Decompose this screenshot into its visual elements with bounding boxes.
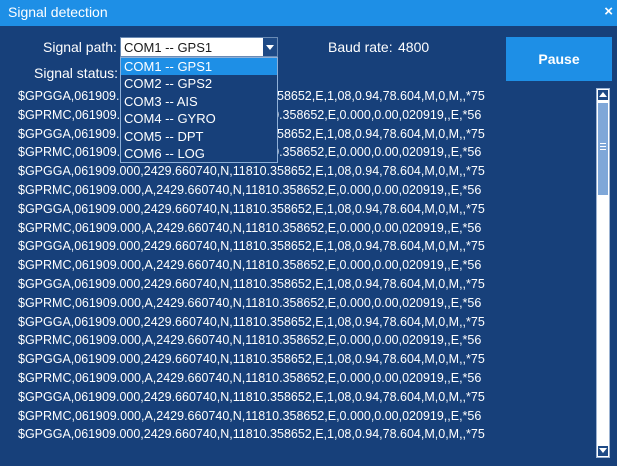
log-line: $GPGGA,061909.000,2429.660740,N,11810.35… <box>18 427 485 442</box>
log-line: $GPGGA,061909.000,2429.660740,N,11810.35… <box>18 239 485 254</box>
baud-rate-value: 4800 <box>398 39 430 55</box>
close-icon[interactable]: × <box>604 3 613 21</box>
log-line: $GPGGA,061909.000,2429.660740,N,11810.35… <box>16 87 612 106</box>
signal-path-value: COM1 -- GPS1 <box>124 40 213 55</box>
scroll-grip-icon <box>600 143 606 144</box>
signal-detection-window: Signal detection × Signal path: COM1 -- … <box>0 0 617 466</box>
log-line: $GPGGA,061909.000,2429.660740,N,11810.35… <box>18 276 485 291</box>
dropdown-option[interactable]: COM5 -- DPT <box>121 128 277 145</box>
dropdown-list: COM1 -- GPS1 COM2 -- GPS2 COM3 -- AIS COM4 … <box>121 58 277 162</box>
log-line: $GPGGA,061909.000,2429.660740,N,11810.35… <box>18 164 485 179</box>
log-line: $GPRMC,061909.000,A,2429.660740,N,11810.… <box>18 295 482 310</box>
signal-path-label: Signal path: <box>43 39 117 55</box>
scroll-up-icon[interactable] <box>598 90 608 100</box>
log-lines: $GPGGA,061909.000,2429.660740,N,11810.35… <box>16 87 612 444</box>
log-line: $GPGGA,061909.000,2429.660740,N,11810.35… <box>18 201 485 216</box>
dropdown-option[interactable]: COM3 -- AIS <box>121 93 277 110</box>
scroll-down-icon[interactable] <box>598 446 608 456</box>
signal-path-dropdown[interactable]: COM1 -- GPS1 COM2 -- GPS2 COM3 -- AIS COM4 … <box>120 57 278 163</box>
signal-log[interactable]: $GPGGA,061909.000,2429.660740,N,11810.35… <box>16 87 612 457</box>
log-line: $GPRMC,061909.000,A,2429.660740,N,11810.… <box>18 408 482 423</box>
log-line: $GPRMC,061909.000,A,2429.660740,N,11810.… <box>18 333 482 348</box>
dropdown-option[interactable]: COM6 -- LOG <box>121 145 277 162</box>
log-line: $GPRMC,061909.000,A,2429.660740,N,11810.… <box>18 182 482 197</box>
log-line: $GPRMC,061909.000,A,2429.660740,N,11810.… <box>16 143 612 162</box>
baud-rate-label: Baud rate: <box>328 39 393 55</box>
pause-button[interactable]: Pause <box>506 37 612 81</box>
log-line: $GPRMC,061909.000,A,2429.660740,N,11810.… <box>18 220 482 235</box>
log-line: $GPGGA,061909.000,2429.660740,N,11810.35… <box>18 314 485 329</box>
dropdown-option[interactable]: COM2 -- GPS2 <box>121 75 277 92</box>
log-line: $GPRMC,061909.000,A,2429.660740,N,11810.… <box>18 258 482 273</box>
log-line: $GPRMC,061909.000,A,2429.660740,N,11810.… <box>16 106 612 125</box>
signal-status-label: Signal status: <box>34 65 119 81</box>
dropdown-option[interactable]: COM1 -- GPS1 <box>121 58 277 76</box>
scroll-thumb[interactable] <box>598 103 608 195</box>
log-line: $GPRMC,061909.000,A,2429.660740,N,11810.… <box>18 370 482 385</box>
signal-path-select[interactable]: COM1 -- GPS1 <box>120 37 278 57</box>
log-line: $GPGGA,061909.000,2429.660740,N,11810.35… <box>18 352 485 367</box>
dropdown-arrow-icon[interactable] <box>263 38 277 56</box>
log-scrollbar[interactable] <box>596 88 610 458</box>
log-line: $GPGGA,061909.000,2429.660740,N,11810.35… <box>16 125 612 144</box>
log-line: $GPGGA,061909.000,2429.660740,N,11810.35… <box>18 389 485 404</box>
title-bar: Signal detection × <box>0 0 617 26</box>
dropdown-option[interactable]: COM4 -- GYRO <box>121 110 277 127</box>
window-title: Signal detection <box>8 4 108 20</box>
